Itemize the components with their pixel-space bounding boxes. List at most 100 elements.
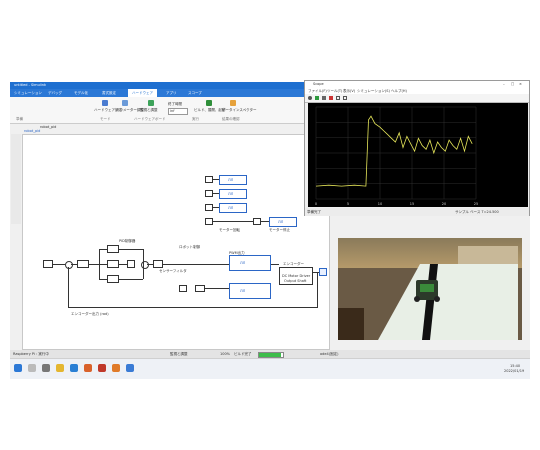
status-right: ode4(固定) [320,352,339,356]
const-block[interactable] [205,218,213,225]
integrator-block[interactable] [127,260,135,268]
d-gain-block[interactable] [107,275,119,283]
pwm-label-4: ЛЛ [278,220,284,224]
stop-time-label: 終了時間 [168,102,182,106]
section-run: 実行 [192,117,199,121]
stop-icon[interactable] [329,96,333,100]
monitor-icon[interactable] [148,100,154,106]
const-block[interactable] [205,204,213,211]
pwm-output-block-b[interactable]: ЛЛ [229,283,271,299]
const-block[interactable] [205,176,213,183]
settings-icon[interactable] [308,96,312,100]
section-mode: モード [100,117,111,121]
i-gain-block[interactable] [107,260,119,268]
search-icon[interactable] [28,364,36,372]
const-block[interactable] [253,218,261,225]
minimize-icon[interactable]: – [503,82,505,86]
saturation-block[interactable] [153,260,163,268]
task-view-icon[interactable] [42,364,50,372]
menu-simulation[interactable]: シミュレーション(S) [357,89,390,93]
tab-modeling[interactable]: モデル化 [74,91,88,95]
pwm-output-block-a[interactable]: ЛЛ [229,255,271,271]
p-gain-block[interactable] [107,245,119,253]
hardware-settings-icon[interactable] [102,100,108,106]
data-inspector-icon[interactable] [230,100,236,106]
const-block[interactable] [205,190,213,197]
autoscale-icon[interactable] [343,96,347,100]
motor-driver-title: DC Motor Driver [282,274,311,278]
pwm-label-3: ЛЛ [228,206,234,210]
menu-view[interactable]: 表示(V) [343,89,355,93]
scope-plot[interactable]: 0 5 10 15 20 25 [308,103,528,207]
status-progress-label: ビルド完了 [234,352,252,356]
pwm-block-4[interactable]: ЛЛ [269,217,297,227]
encoder-label: エンコーダー [283,262,304,266]
step-icon[interactable] [322,96,326,100]
build-deploy-button[interactable]: ビルド、展開、起動 [194,108,225,112]
start-icon[interactable] [14,364,22,372]
top-block-caption-1: モーター回転 [219,228,240,232]
scope-status-left: 準備完了 [307,210,321,214]
window-title: untitled - Simulink [14,83,47,87]
model-tab[interactable]: robot_pid [40,125,56,129]
menu-file[interactable]: ファイル(F) [308,89,327,93]
app-icon[interactable] [98,364,106,372]
sensor-label: センサーフィルタ [159,269,187,273]
office-icon[interactable] [84,364,92,372]
file-explorer-icon[interactable] [56,364,64,372]
maximize-icon[interactable]: □ [511,82,514,86]
x-ticks: 0 5 10 15 20 25 [315,202,478,206]
stop-time-value: inf [170,109,175,113]
camera-video-feed [338,238,522,340]
x-tick-label: 10 [378,202,382,206]
close-icon[interactable]: × [519,82,522,86]
robot-wheel [434,296,440,302]
tab-hardware[interactable]: ハードウェア [128,89,157,97]
tab-simulation[interactable]: シミュレーション [14,91,42,95]
build-deploy-icon[interactable] [206,100,212,106]
tab-format[interactable]: 書式設定 [102,91,116,95]
tab-apps[interactable]: アプリ [166,91,177,95]
zoom-icon[interactable] [336,96,340,100]
status-center: 監視と調整 [170,352,188,356]
monitor-tune-button[interactable]: 監視と調整 [140,108,158,112]
section-board: ハードウェアボード [134,117,166,121]
bottom-label: エンコーダー出力 (rad) [71,312,109,316]
scope-window: Scope – □ × ファイル(F) ツール(T) 表示(V) シミュレーショ… [304,80,530,216]
pwm-block-3[interactable]: ЛЛ [219,203,247,213]
const-block[interactable] [179,285,187,292]
edge-icon[interactable] [70,364,78,372]
x-tick-label: 5 [347,202,349,206]
pwm-block-1[interactable]: ЛЛ [219,175,247,185]
gain-block[interactable] [195,285,205,292]
scope-title-bar: Scope – □ × [305,81,529,88]
build-progress-fill [259,353,281,357]
motor-driver-block[interactable]: DC Motor Driver Output Shaft [279,267,313,285]
simulink-icon[interactable] [126,364,134,372]
gain-block[interactable] [77,260,89,268]
scope-block[interactable] [319,268,327,276]
status-zoom: 100% [220,352,231,356]
block-diagram-canvas[interactable]: ЛЛ ЛЛ ЛЛ ЛЛ モーター回転 モーター停止 PID制御器 センサーフィル… [22,134,330,350]
pwm-label-2: ЛЛ [228,192,234,196]
breadcrumb[interactable]: robot_pid [24,129,40,133]
tab-debug[interactable]: デバッグ [48,91,62,95]
top-block-caption-2: モーター停止 [269,228,290,232]
menu-tools[interactable]: ツール(T) [327,89,342,93]
x-tick-label: 0 [315,202,317,206]
data-inspector-button[interactable]: データインスペクター [222,108,257,112]
input-block[interactable] [43,260,53,268]
stop-time-input[interactable]: inf [168,108,188,115]
tab-scope[interactable]: スコープ [188,91,202,95]
signal-line [315,115,473,187]
parameter-tune-icon[interactable] [122,100,128,106]
pwm-block-2[interactable]: ЛЛ [219,189,247,199]
motor-driver-sub: Output Shaft [284,279,307,283]
sum-block[interactable] [65,261,73,269]
pid-label: PID制御器 [119,239,136,243]
robot-board [420,284,434,292]
matlab-icon[interactable] [112,364,120,372]
clock-date: 2022/01/19 [504,369,525,373]
run-icon[interactable] [315,96,319,100]
menu-help[interactable]: ヘルプ(H) [391,89,407,93]
